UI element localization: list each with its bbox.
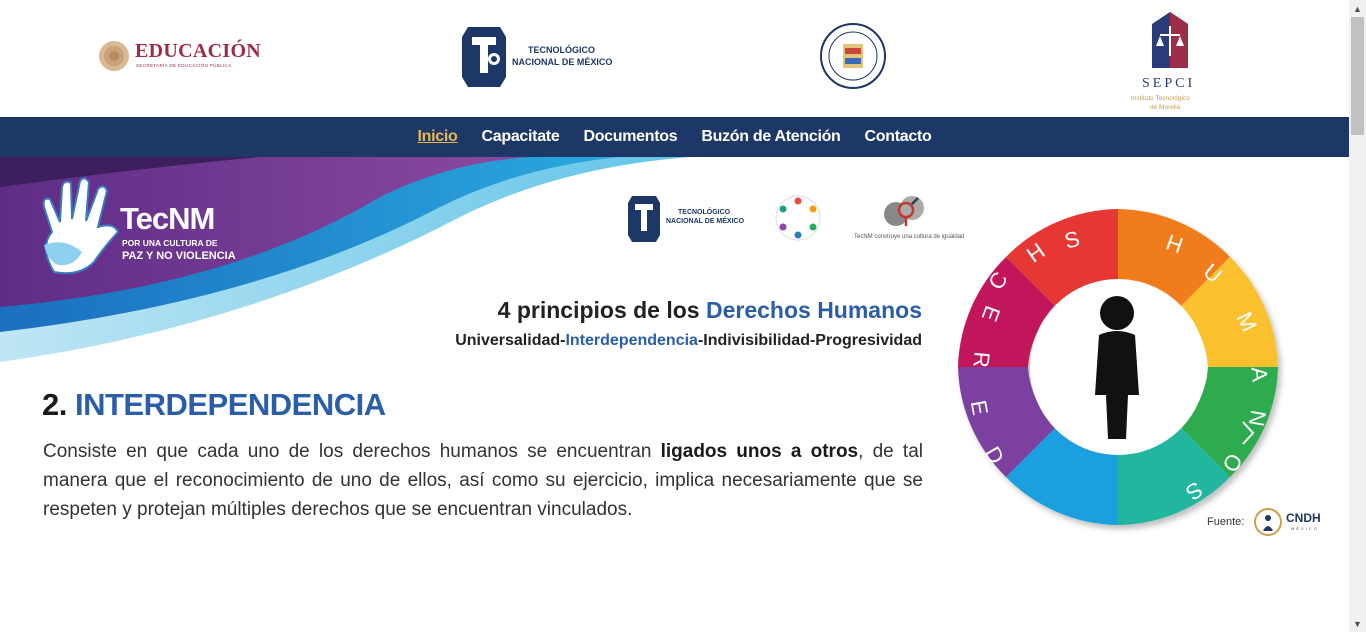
equality-caption: TecNM construye una cultura de igualdad	[854, 234, 965, 240]
educacion-logo[interactable]: EDUCACIÓN SECRETARÍA DE EDUCACIÓN PÚBLIC…	[97, 38, 262, 74]
scroll-down-icon[interactable]: ▼	[1349, 615, 1366, 632]
heading-blue: Derechos Humanos	[705, 297, 922, 323]
educacion-text: EDUCACIÓN	[135, 40, 262, 62]
institute-seal-logo[interactable]	[819, 22, 887, 90]
scroll-up-icon[interactable]: ▲	[1349, 0, 1366, 17]
sepci-logo[interactable]: SEPCI Instituto Tecnológico de Morelia	[1128, 12, 1218, 112]
nav-item-buzon-de-atencion[interactable]: Buzón de Atención	[701, 128, 841, 146]
people-circle-icon	[775, 195, 821, 241]
principle-universalidad: Universalidad-	[455, 332, 566, 349]
nav-item-contacto[interactable]: Contacto	[865, 128, 932, 146]
section-number: 2.	[42, 387, 75, 422]
principles-list: Universalidad-Interdependencia-Indivisib…	[300, 332, 922, 350]
human-rights-puzzle-ring: D E R E C H O S H U M A N O S	[958, 209, 1278, 525]
vertical-scrollbar[interactable]: ▲ ▼	[1349, 0, 1366, 632]
section-title-text: INTERDEPENDENCIA	[74, 387, 386, 422]
nav-item-inicio[interactable]: Inicio	[418, 128, 458, 146]
tecnm-line2: NACIONAL DE MÉXICO	[512, 57, 613, 67]
sepci-text: SEPCI	[1142, 76, 1196, 91]
header: EDUCACIÓN SECRETARÍA DE EDUCACIÓN PÚBLIC…	[0, 0, 1349, 117]
tecnm-slogan1: POR UNA CULTURA DE	[122, 238, 218, 248]
tecnm-logo[interactable]: TECNOLÓGICO NACIONAL DE MÉXICO	[460, 23, 612, 91]
section-title: 2. INTERDEPENDENCIA	[42, 387, 386, 423]
nav-item-documentos[interactable]: Documentos	[583, 128, 677, 146]
hero-banner: TecNM POR UNA CULTURA DE PAZ Y NO VIOLEN…	[0, 157, 1349, 632]
principle-rest: -Indivisibilidad-Progresividad	[697, 332, 922, 349]
tecnm-brand: TecNM	[120, 201, 215, 236]
tecnm-paz-logo: TecNM POR UNA CULTURA DE PAZ Y NO VIOLEN…	[34, 177, 236, 277]
tecnm-slogan2: PAZ Y NO VIOLENCIA	[122, 250, 236, 262]
chevron-right-icon[interactable]	[1240, 419, 1256, 447]
scrollbar-thumb[interactable]	[1351, 17, 1364, 135]
ring-letter-a: A	[1246, 366, 1272, 383]
principles-heading: 4 principios de los Derechos Humanos	[300, 297, 922, 324]
body-part-a: Consiste en que cada uno de los derechos…	[43, 441, 661, 462]
cndh-emblem-icon	[1254, 508, 1282, 536]
gender-equality-icon	[884, 196, 924, 226]
sepci-sub2: de Morelia	[1150, 104, 1181, 111]
banner-tecnm-line1: TECNOLÓGICO	[678, 209, 731, 216]
hand-dove-icon	[42, 177, 120, 275]
body-bold: ligados unos a otros	[660, 441, 859, 462]
sepci-sub1: Instituto Tecnológico	[1131, 95, 1190, 102]
tecnm-line1: TECNOLÓGICO	[528, 45, 595, 55]
banner-tecnm-logo: TECNOLÓGICO NACIONAL DE MÉXICO	[626, 193, 748, 245]
page: EDUCACIÓN SECRETARÍA DE EDUCACIÓN PÚBLIC…	[0, 0, 1349, 632]
main-nav: Inicio Capacitate Documentos Buzón de At…	[0, 117, 1349, 157]
banner-tecnm-line2: NACIONAL DE MÉXICO	[666, 218, 745, 225]
educacion-subtext: SECRETARÍA DE EDUCACIÓN PÚBLICA	[136, 63, 232, 68]
source-label: Fuente:	[1207, 516, 1245, 528]
ring-letter-r: R	[968, 351, 994, 369]
cndh-sublabel: MÉXICO	[1291, 526, 1319, 531]
cndh-label: CNDH	[1286, 511, 1321, 525]
nav-item-capacitate[interactable]: Capacitate	[482, 128, 560, 146]
section-body: Consiste en que cada uno de los derechos…	[43, 437, 923, 524]
principle-interdependencia: Interdependencia	[565, 332, 698, 349]
heading-pre: 4 principios de los	[497, 297, 706, 323]
